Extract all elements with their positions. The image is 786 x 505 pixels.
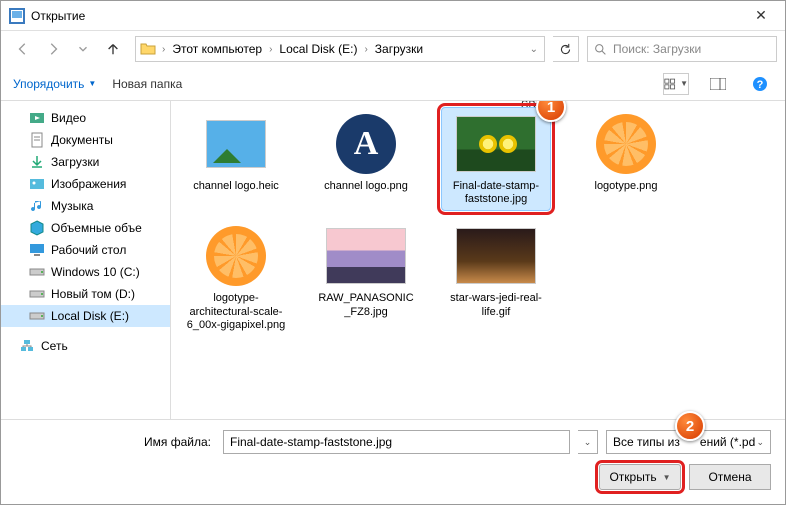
titlebar: Открытие ✕ [1,1,785,31]
tree-item-3dobjects[interactable]: Объемные объе [1,217,170,239]
downloads-icon [29,154,45,170]
forward-button[interactable] [39,36,67,62]
thumbnail-generic-icon [206,120,266,168]
search-input[interactable]: Поиск: Загрузки [587,36,777,62]
drive-icon [29,264,45,280]
up-button[interactable] [99,36,127,62]
tree-item-drive-d[interactable]: Новый том (D:) [1,283,170,305]
callout-1: 1 [536,101,566,122]
file-item[interactable]: channel logo.heic [181,107,291,211]
file-pane[interactable]: SB-T-9 channel logo.heic A channel logo.… [171,101,785,419]
thumbnail-photo-icon [326,228,406,284]
file-item[interactable]: star-wars-jedi-real-life.gif [441,219,551,337]
thumbnail-photo-icon [456,116,536,172]
objects3d-icon [29,220,45,236]
file-item[interactable]: A channel logo.png [311,107,421,211]
file-item[interactable]: logotype.png [571,107,681,211]
chevron-down-icon[interactable]: ⌄ [528,44,540,55]
tree-item-pictures[interactable]: Изображения [1,173,170,195]
new-folder-button[interactable]: Новая папка [112,77,182,91]
folder-icon [140,41,156,57]
view-mode-button[interactable]: ▼ [663,73,689,95]
thumbnail-logo-icon [596,114,656,174]
dialog-body: Видео Документы Загрузки Изображения Муз… [1,101,785,419]
file-item[interactable]: RAW_PANASONIC_FZ8.jpg [311,219,421,337]
music-icon [29,198,45,214]
toolbar: Упорядочить▼ Новая папка ▼ ? [1,67,785,101]
callout-2: 2 [675,411,705,441]
tree-item-drive-e[interactable]: Local Disk (E:) [1,305,170,327]
preview-pane-button[interactable] [705,73,731,95]
tree-item-documents[interactable]: Документы [1,129,170,151]
chevron-right-icon: › [362,44,369,55]
filename-history-dropdown[interactable]: ⌄ [578,430,598,454]
address-bar[interactable]: › Этот компьютер › Local Disk (E:) › Заг… [135,36,545,62]
pictures-icon [29,176,45,192]
breadcrumb-folder[interactable]: Загрузки [374,40,424,58]
filename-input[interactable] [223,430,570,454]
open-dialog: Открытие ✕ › Этот компьютер › Local Disk… [0,0,786,505]
tree-item-drive-c[interactable]: Windows 10 (C:) [1,261,170,283]
back-button[interactable] [9,36,37,62]
search-icon [594,43,607,56]
dialog-footer: Имя файла: ⌄ Все типы из ений (*.pdn ⌄ 2… [1,419,785,504]
search-placeholder: Поиск: Загрузки [613,42,701,56]
tree-item-downloads[interactable]: Загрузки [1,151,170,173]
video-icon [29,110,45,126]
recent-dropdown[interactable] [69,36,97,62]
documents-icon [29,132,45,148]
breadcrumb-root[interactable]: Этот компьютер [171,40,263,58]
help-button[interactable]: ? [747,73,773,95]
drive-icon [29,308,45,324]
file-item[interactable]: logotype-architectural-scale-6_00x-gigap… [181,219,291,337]
file-item-selected[interactable]: 1 Final-date-stamp-faststone.jpg [441,107,551,211]
cancel-button[interactable]: Отмена [689,464,771,490]
filename-label: Имя файла: [15,435,215,449]
desktop-icon [29,242,45,258]
open-button[interactable]: Открыть▼ [599,464,681,490]
svg-text:?: ? [757,79,764,91]
app-icon [9,8,25,24]
breadcrumb-drive[interactable]: Local Disk (E:) [278,40,358,58]
window-title: Открытие [31,9,741,23]
tree-item-video[interactable]: Видео [1,107,170,129]
nav-tree: Видео Документы Загрузки Изображения Муз… [1,101,171,419]
thumbnail-photo-icon [456,228,536,284]
tree-item-desktop[interactable]: Рабочий стол [1,239,170,261]
thumbnail-logo-icon: A [336,114,396,174]
tree-item-music[interactable]: Музыка [1,195,170,217]
nav-row: › Этот компьютер › Local Disk (E:) › Заг… [1,31,785,67]
thumbnail-logo-icon [206,226,266,286]
refresh-button[interactable] [553,36,579,62]
organize-menu[interactable]: Упорядочить▼ [13,77,96,91]
tree-item-network[interactable]: Сеть [1,335,170,357]
chevron-right-icon: › [160,44,167,55]
network-icon [19,338,35,354]
filetype-filter[interactable]: Все типы из ений (*.pdn ⌄ 2 [606,430,771,454]
close-button[interactable]: ✕ [741,1,781,31]
chevron-right-icon: › [267,44,274,55]
drive-icon [29,286,45,302]
